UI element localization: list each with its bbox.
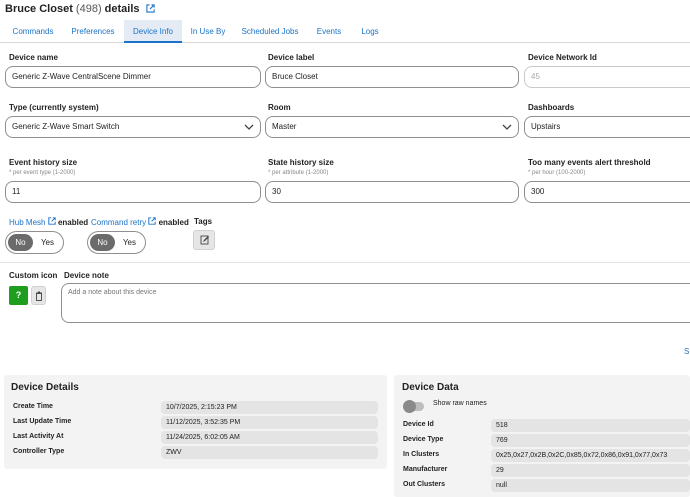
device-note-label: Device note bbox=[64, 271, 109, 280]
tab-scheduled-jobs[interactable]: Scheduled Jobs bbox=[234, 20, 306, 43]
edit-tags-button[interactable] bbox=[193, 230, 215, 250]
device-label-input[interactable]: Bruce Closet bbox=[265, 66, 519, 88]
manufacturer-label: Manufacturer bbox=[403, 466, 448, 473]
create-time-label: Create Time bbox=[13, 403, 53, 410]
in-clusters-value: 0x25,0x27,0x2B,0x2C,0x85,0x72,0x86,0x91,… bbox=[491, 449, 690, 462]
network-id-input: 45 bbox=[524, 66, 690, 88]
out-clusters-value: null bbox=[491, 479, 690, 492]
command-retry-suffix: enabled bbox=[158, 218, 189, 227]
tags-label: Tags bbox=[194, 217, 213, 226]
tab-preferences[interactable]: Preferences bbox=[64, 20, 122, 43]
device-data-panel: Device Data Show raw names Device Id 518… bbox=[394, 375, 690, 497]
command-retry-toggle[interactable]: No Yes bbox=[87, 231, 146, 254]
tab-events[interactable]: Events bbox=[306, 20, 352, 43]
last-update-time-label: Last Update Time bbox=[13, 418, 72, 425]
last-activity-label: Last Activity At bbox=[13, 433, 64, 440]
network-id-label: Device Network Id bbox=[528, 53, 597, 62]
chevron-down-icon bbox=[502, 117, 512, 137]
last-activity-value: 11/24/2025, 6:02:05 AM bbox=[161, 431, 378, 444]
delete-icon-button[interactable] bbox=[31, 286, 46, 305]
device-type-label: Device Type bbox=[403, 436, 444, 443]
chevron-down-icon bbox=[244, 117, 254, 137]
event-history-hint: * per event type (1-2000) bbox=[9, 170, 76, 176]
event-history-label: Event history size bbox=[9, 158, 78, 167]
device-details-title: Device Details bbox=[11, 382, 79, 393]
too-many-events-input[interactable]: 300 bbox=[524, 181, 690, 203]
external-link-icon[interactable] bbox=[48, 217, 56, 227]
out-clusters-label: Out Clusters bbox=[403, 481, 446, 488]
type-select-value: Generic Z-Wave Smart Switch bbox=[12, 122, 120, 131]
device-id-label: Device Id bbox=[403, 421, 434, 428]
trash-icon bbox=[35, 291, 43, 303]
last-update-time-value: 11/12/2025, 3:52:35 PM bbox=[161, 416, 378, 429]
hub-mesh-yes[interactable]: Yes bbox=[41, 232, 54, 253]
command-retry-heading: Command retry enabled bbox=[91, 217, 189, 227]
state-history-input[interactable]: 30 bbox=[265, 181, 519, 203]
room-select[interactable]: Master bbox=[265, 116, 519, 138]
device-name-input[interactable]: Generic Z-Wave CentralScene Dimmer bbox=[5, 66, 261, 88]
command-retry-link[interactable]: Command retry bbox=[91, 218, 146, 227]
tab-in-use-by[interactable]: In Use By bbox=[182, 20, 234, 43]
page-title: Bruce Closet (498) details bbox=[5, 3, 155, 16]
hub-mesh-suffix: enabled bbox=[57, 218, 89, 227]
external-link-icon[interactable] bbox=[145, 4, 155, 16]
device-label-label: Device label bbox=[268, 53, 315, 62]
too-many-events-label: Too many events alert threshold bbox=[528, 158, 651, 167]
manufacturer-value: 29 bbox=[491, 464, 690, 477]
title-suffix: details bbox=[104, 3, 140, 15]
event-history-input[interactable]: 11 bbox=[5, 181, 261, 203]
custom-icon-label: Custom icon bbox=[9, 271, 58, 280]
device-count: (498) bbox=[75, 3, 102, 15]
type-label: Type (currently system) bbox=[9, 103, 99, 112]
save-link[interactable]: S bbox=[684, 347, 689, 356]
in-clusters-label: In Clusters bbox=[403, 451, 440, 458]
pencil-icon bbox=[200, 235, 210, 247]
controller-type-label: Controller Type bbox=[13, 448, 65, 455]
device-details-panel: Device Details Create Time 10/7/2025, 2:… bbox=[4, 375, 387, 469]
type-select[interactable]: Generic Z-Wave Smart Switch bbox=[5, 116, 261, 138]
device-name-title: Bruce Closet bbox=[5, 3, 73, 15]
device-type-value: 769 bbox=[491, 434, 690, 447]
too-many-events-hint: * per hour (100-2000) bbox=[528, 170, 586, 176]
switch-knob bbox=[403, 400, 416, 413]
state-history-label: State history size bbox=[268, 158, 334, 167]
show-raw-names-switch[interactable] bbox=[403, 400, 424, 413]
dashboards-select[interactable]: Upstairs bbox=[524, 116, 690, 138]
dashboards-label: Dashboards bbox=[528, 103, 575, 112]
tab-logs[interactable]: Logs bbox=[352, 20, 388, 43]
command-retry-no[interactable]: No bbox=[90, 234, 115, 251]
command-retry-yes[interactable]: Yes bbox=[123, 232, 136, 253]
device-note-input[interactable] bbox=[61, 283, 690, 323]
device-data-title: Device Data bbox=[402, 382, 459, 393]
external-link-icon[interactable] bbox=[148, 217, 157, 227]
device-name-label: Device name bbox=[9, 53, 58, 62]
device-id-value: 518 bbox=[491, 419, 690, 432]
room-select-value: Master bbox=[272, 122, 297, 131]
hub-mesh-heading: Hub Mesh enabled bbox=[9, 217, 88, 227]
tab-device-info[interactable]: Device Info bbox=[124, 20, 182, 43]
divider bbox=[0, 262, 690, 263]
controller-type-value: ZWV bbox=[161, 446, 378, 459]
tab-bar: Commands Preferences Device Info In Use … bbox=[0, 20, 690, 43]
custom-icon-button[interactable]: ? bbox=[9, 286, 28, 305]
create-time-value: 10/7/2025, 2:15:23 PM bbox=[161, 401, 378, 414]
show-raw-names-label: Show raw names bbox=[433, 400, 487, 407]
state-history-hint: * per attribute (1-2000) bbox=[268, 170, 329, 176]
hub-mesh-no[interactable]: No bbox=[8, 234, 33, 251]
hub-mesh-link[interactable]: Hub Mesh bbox=[9, 218, 45, 227]
hub-mesh-toggle[interactable]: No Yes bbox=[5, 231, 64, 254]
room-label: Room bbox=[268, 103, 291, 112]
tab-commands[interactable]: Commands bbox=[4, 20, 62, 43]
